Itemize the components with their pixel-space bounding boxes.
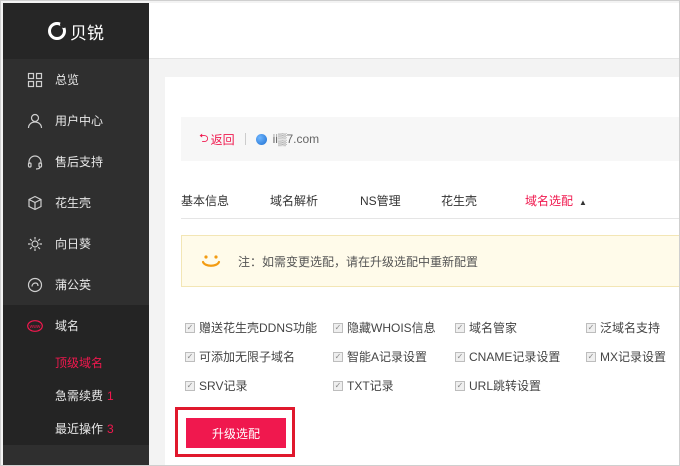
tab-domain-options[interactable]: 域名选配 ▲	[525, 192, 587, 209]
checkbox-checked-icon: ✓	[333, 322, 343, 333]
feature-row: ✓ 可添加无限子域名 ✓ 智能A记录设置 ✓ CNAME记录设置 ✓ MX记录设置	[185, 342, 679, 371]
breadcrumb: ⮌ 返回 ii▒7.com	[181, 117, 679, 161]
cube-icon	[27, 195, 43, 211]
tab-label: 域名选配	[525, 194, 574, 208]
sidebar-item-oray[interactable]: 花生壳	[3, 182, 149, 223]
sidebar: 贝锐 总览 用户中心 售后支持 花生壳 向日葵 蒲公英 www 域名 顶级域名 …	[3, 3, 149, 465]
sidebar-item-label: 售后支持	[55, 155, 104, 169]
submenu-label: 急需续费	[55, 389, 104, 403]
sidebar-item-label: 用户中心	[55, 114, 104, 128]
back-arrow-icon: ⮌	[199, 130, 209, 145]
checkbox-checked-icon: ✓	[333, 351, 343, 362]
upgrade-highlight-box: 升级选配	[175, 407, 295, 457]
feature-item: ✓ TXT记录	[333, 377, 455, 394]
feature-row: ✓ SRV记录 ✓ TXT记录 ✓ URL跳转设置	[185, 371, 679, 400]
www-icon: www	[27, 318, 43, 334]
recent-count-badge: 3	[107, 421, 114, 436]
sidebar-item-domain[interactable]: www 域名	[3, 305, 149, 346]
domain-tabs: 基本信息 域名解析 NS管理 花生壳 域名选配 ▲	[181, 183, 679, 219]
tab-dns-resolution[interactable]: 域名解析	[270, 192, 360, 209]
grid-icon	[27, 72, 43, 88]
divider	[244, 133, 246, 145]
checkbox-checked-icon: ✓	[185, 351, 195, 362]
sidebar-item-sunlogin[interactable]: 向日葵	[3, 223, 149, 264]
feature-label: TXT记录	[347, 379, 394, 393]
brand-logo-icon	[48, 21, 67, 40]
svg-text:www: www	[30, 324, 41, 330]
headset-icon	[27, 154, 43, 170]
submenu-label: 顶级域名	[55, 356, 104, 370]
feature-label: 赠送花生壳DDNS功能	[199, 321, 318, 335]
checkbox-checked-icon: ✓	[185, 322, 195, 333]
sidebar-item-label: 向日葵	[55, 237, 92, 251]
upgrade-options-button[interactable]: 升级选配	[186, 418, 286, 448]
sidebar-item-label: 总览	[55, 73, 80, 87]
caret-up-icon: ▲	[579, 198, 587, 207]
feature-item: ✓ 赠送花生壳DDNS功能	[185, 319, 333, 336]
feature-item: ✓ 智能A记录设置	[333, 348, 455, 365]
brand-name: 贝锐	[70, 23, 104, 43]
feature-item: ✓ 域名管家	[455, 319, 586, 336]
feature-item: ✓ 隐藏WHOIS信息	[333, 319, 455, 336]
sidebar-item-overview[interactable]: 总览	[3, 59, 149, 100]
notice-text: 注：如需变更选配，请在升级选配中重新配置	[238, 254, 479, 269]
back-label: 返回	[210, 132, 235, 147]
top-header	[149, 3, 679, 59]
renewal-count-badge: 1	[107, 388, 114, 403]
notice-banner: 注：如需变更选配，请在升级选配中重新配置	[181, 235, 679, 287]
smile-icon	[198, 248, 224, 274]
feature-label: 可添加无限子域名	[199, 350, 296, 364]
sidebar-item-label: 蒲公英	[55, 278, 92, 292]
submenu-recent-operations[interactable]: 最近操作 3	[3, 412, 149, 445]
feature-label: 域名管家	[469, 321, 518, 335]
dandelion-icon	[27, 277, 43, 293]
feature-list: ✓ 赠送花生壳DDNS功能 ✓ 隐藏WHOIS信息 ✓ 域名管家 ✓ 泛域名支持 ✓ 可添…	[185, 313, 679, 400]
feature-label: MX记录设置	[600, 350, 667, 364]
feature-label: 智能A记录设置	[347, 350, 428, 364]
feature-label: SRV记录	[199, 379, 248, 393]
feature-label: CNAME记录设置	[469, 350, 561, 364]
feature-row: ✓ 赠送花生壳DDNS功能 ✓ 隐藏WHOIS信息 ✓ 域名管家 ✓ 泛域名支持	[185, 313, 679, 342]
feature-label: 隐藏WHOIS信息	[347, 321, 436, 335]
sidebar-item-label: 域名	[55, 319, 80, 333]
tab-basic-info[interactable]: 基本信息	[181, 192, 270, 209]
sunflower-icon	[27, 236, 43, 252]
brand-logo[interactable]: 贝锐	[3, 3, 149, 59]
sidebar-item-user-center[interactable]: 用户中心	[3, 100, 149, 141]
sidebar-item-pgy[interactable]: 蒲公英	[3, 264, 149, 305]
domain-name: ii▒7.com	[272, 132, 320, 146]
back-link[interactable]: ⮌ 返回	[199, 129, 235, 150]
feature-item: ✓ CNAME记录设置	[455, 348, 586, 365]
checkbox-checked-icon: ✓	[333, 380, 343, 391]
tab-ns-management[interactable]: NS管理	[360, 192, 441, 209]
feature-label: URL跳转设置	[469, 379, 542, 393]
checkbox-checked-icon: ✓	[455, 351, 465, 362]
submenu-renewal-due[interactable]: 急需续费 1	[3, 379, 149, 412]
checkbox-checked-icon: ✓	[586, 322, 596, 333]
sidebar-item-label: 花生壳	[55, 196, 92, 210]
feature-item: ✓ 泛域名支持	[586, 319, 679, 336]
submenu-label: 最近操作	[55, 422, 104, 436]
checkbox-checked-icon: ✓	[185, 380, 195, 391]
feature-label: 泛域名支持	[600, 321, 661, 335]
feature-item: ✓ 可添加无限子域名	[185, 348, 333, 365]
feature-item: ✓ MX记录设置	[586, 348, 679, 365]
globe-icon	[255, 133, 267, 145]
tab-oray[interactable]: 花生壳	[441, 192, 525, 209]
feature-item: ✓ SRV记录	[185, 377, 333, 394]
checkbox-checked-icon: ✓	[455, 380, 465, 391]
feature-item: ✓ URL跳转设置	[455, 377, 586, 394]
domain-submenu: 顶级域名 急需续费 1 最近操作 3	[3, 346, 149, 445]
checkbox-checked-icon: ✓	[586, 351, 596, 362]
submenu-top-level-domains[interactable]: 顶级域名	[3, 346, 149, 379]
user-icon	[27, 113, 43, 129]
checkbox-checked-icon: ✓	[455, 322, 465, 333]
sidebar-item-support[interactable]: 售后支持	[3, 141, 149, 182]
app-window: 贝锐 总览 用户中心 售后支持 花生壳 向日葵 蒲公英 www 域名 顶级域名 …	[0, 0, 680, 466]
